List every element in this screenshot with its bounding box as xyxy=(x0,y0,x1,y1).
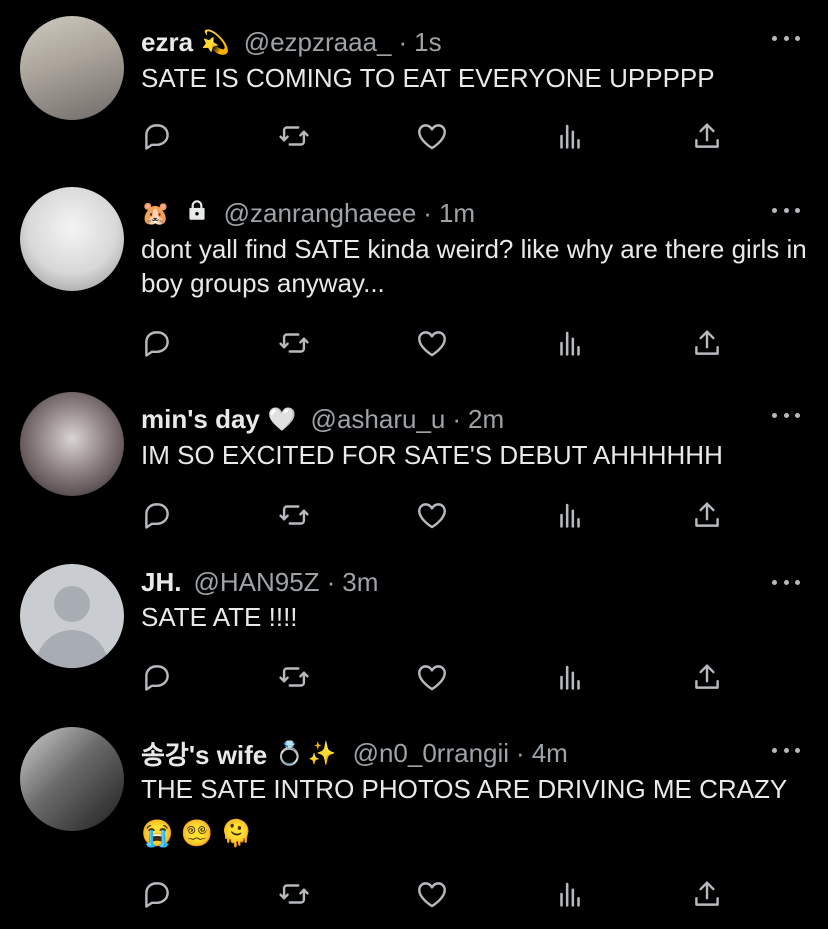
tweet-text: IM SO EXCITED FOR SATE'S DEBUT AHHHHHH xyxy=(141,440,723,470)
reply-icon[interactable] xyxy=(140,326,174,360)
share-icon[interactable] xyxy=(690,660,724,694)
reply-icon[interactable] xyxy=(140,119,174,153)
views-icon[interactable] xyxy=(553,660,587,694)
tweet-actions xyxy=(140,119,730,153)
like-icon[interactable] xyxy=(415,326,449,360)
avatar[interactable] xyxy=(20,727,124,831)
separator-dot: · xyxy=(516,737,525,768)
tweet-text: dont yall find SATE kinda weird? like wh… xyxy=(141,234,807,298)
reply-icon[interactable] xyxy=(140,498,174,532)
more-options-icon[interactable] xyxy=(772,572,800,592)
handle[interactable]: @zanranghaeee xyxy=(224,198,417,229)
views-icon[interactable] xyxy=(553,877,587,911)
avatar[interactable] xyxy=(20,392,124,496)
handle[interactable]: @asharu_u xyxy=(311,404,446,435)
more-options-icon[interactable] xyxy=(772,740,800,760)
avatar[interactable] xyxy=(20,16,124,120)
display-name-emoji: 💍 xyxy=(275,739,304,766)
tweet-actions xyxy=(140,660,730,694)
lock-icon xyxy=(184,197,210,230)
display-name[interactable]: JH. xyxy=(141,567,181,598)
display-name-emoji: ✨ xyxy=(307,739,337,766)
share-icon[interactable] xyxy=(690,326,724,360)
views-icon[interactable] xyxy=(553,326,587,360)
tweet-header: ezra 💫 @ezpzraaa_ · 1s xyxy=(141,26,442,58)
timestamp[interactable]: 3m xyxy=(342,567,378,598)
timestamp[interactable]: 1m xyxy=(439,198,475,229)
display-name-emoji: 🤍 xyxy=(267,405,297,432)
retweet-icon[interactable] xyxy=(277,326,311,360)
share-icon[interactable] xyxy=(690,498,724,532)
avatar[interactable] xyxy=(20,187,124,291)
display-name-emoji: 💫 xyxy=(201,28,230,55)
like-icon[interactable] xyxy=(415,660,449,694)
tweet-actions xyxy=(140,877,730,911)
retweet-icon[interactable] xyxy=(277,877,311,911)
timestamp[interactable]: 4m xyxy=(532,738,568,769)
default-avatar-head xyxy=(54,586,90,622)
views-icon[interactable] xyxy=(553,498,587,532)
more-options-icon[interactable] xyxy=(772,28,800,48)
tweet-header: JH. @HAN95Z · 3m xyxy=(141,566,378,598)
timestamp[interactable]: 2m xyxy=(468,404,504,435)
separator-dot: · xyxy=(398,26,408,57)
retweet-icon[interactable] xyxy=(277,498,311,532)
display-name-emoji: 🐹 xyxy=(141,199,170,226)
reply-icon[interactable] xyxy=(140,660,174,694)
timestamp[interactable]: 1s xyxy=(414,27,441,58)
tweet-header: 🐹 @zanranghaeee · 1m xyxy=(141,197,475,229)
tweet-actions xyxy=(140,326,730,360)
like-icon[interactable] xyxy=(415,498,449,532)
avatar[interactable] xyxy=(20,564,124,668)
tweet-header: 송강's wife 💍 ✨ @n0_0rrangii · 4m xyxy=(141,735,568,772)
display-name[interactable]: 송강's wife xyxy=(141,735,267,772)
separator-dot: · xyxy=(423,197,432,228)
share-icon[interactable] xyxy=(690,119,724,153)
like-icon[interactable] xyxy=(415,119,449,153)
views-icon[interactable] xyxy=(553,119,587,153)
retweet-icon[interactable] xyxy=(277,119,311,153)
tweet-header: min's day 🤍 @asharu_u · 2m xyxy=(141,403,504,435)
tweet-text: SATE IS COMING TO EAT EVERYONE UPPPPP xyxy=(141,63,715,93)
separator-dot: · xyxy=(326,566,336,597)
more-options-icon[interactable] xyxy=(772,405,800,425)
tweet-actions xyxy=(140,498,730,532)
handle[interactable]: @ezpzraaa_ xyxy=(244,27,392,58)
display-name[interactable]: min's day xyxy=(141,404,260,435)
display-name[interactable]: ezra xyxy=(141,27,193,58)
handle[interactable]: @HAN95Z xyxy=(193,567,319,598)
tweet-text: SATE ATE !!!! xyxy=(141,602,298,632)
tweet-text: THE SATE INTRO PHOTOS ARE DRIVING ME CRA… xyxy=(141,774,787,848)
handle[interactable]: @n0_0rrangii xyxy=(353,738,509,769)
reply-icon[interactable] xyxy=(140,877,174,911)
share-icon[interactable] xyxy=(690,877,724,911)
like-icon[interactable] xyxy=(415,877,449,911)
separator-dot: · xyxy=(452,403,462,434)
more-options-icon[interactable] xyxy=(772,200,800,220)
retweet-icon[interactable] xyxy=(277,660,311,694)
default-avatar-body xyxy=(36,630,108,668)
